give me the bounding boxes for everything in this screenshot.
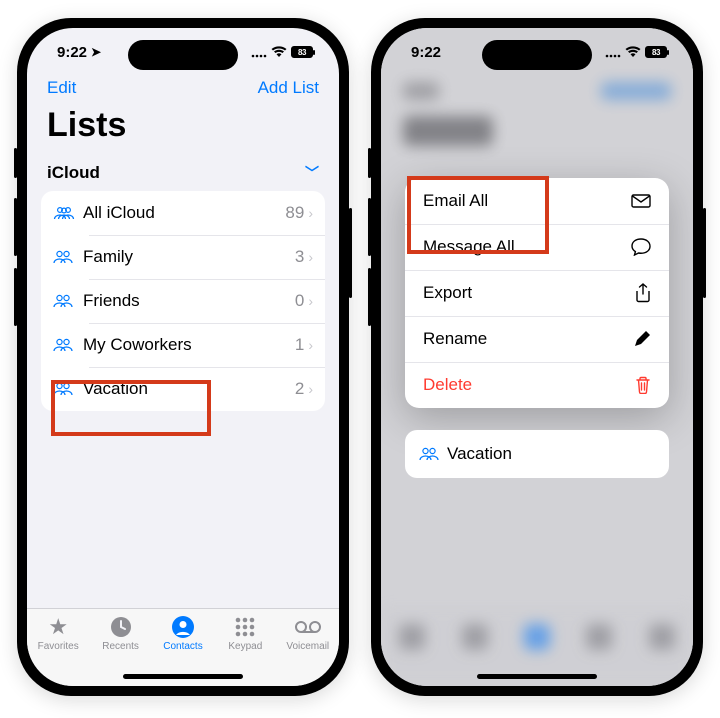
tab-bar: ★ Favorites Recents Contacts Keypad bbox=[27, 608, 339, 686]
list-label: My Coworkers bbox=[83, 335, 295, 355]
screen-lists: 9:22 ➤ 83 Edit Add List Lists iCloud ﹀ bbox=[27, 28, 339, 686]
add-list-button[interactable]: Add List bbox=[258, 78, 319, 98]
location-icon: ➤ bbox=[91, 45, 101, 59]
lists-card: All iCloud 89 › Family 3 › Friends 0 › bbox=[41, 191, 325, 411]
menu-email-all[interactable]: Email All bbox=[405, 178, 669, 224]
list-label: All iCloud bbox=[83, 203, 285, 223]
trash-icon bbox=[635, 376, 651, 394]
menu-label: Email All bbox=[423, 191, 488, 211]
people-icon bbox=[53, 250, 83, 264]
context-menu: Email All Message All Export Rename bbox=[405, 178, 669, 408]
page-title: Lists bbox=[27, 104, 339, 159]
menu-message-all[interactable]: Message All bbox=[405, 224, 669, 270]
wifi-icon bbox=[625, 46, 641, 58]
section-label: iCloud bbox=[47, 163, 100, 183]
section-header-icloud[interactable]: iCloud ﹀ bbox=[27, 159, 339, 191]
chevron-right-icon: › bbox=[308, 249, 313, 265]
tab-label: Keypad bbox=[228, 641, 262, 652]
tab-label: Favorites bbox=[38, 641, 79, 652]
list-label: Family bbox=[83, 247, 295, 267]
tab-recents[interactable]: Recents bbox=[92, 615, 150, 652]
people-icon bbox=[53, 206, 83, 220]
phone-right: 9:22 83 bbox=[371, 18, 703, 696]
wifi-icon bbox=[271, 46, 287, 58]
list-row-all-icloud[interactable]: All iCloud 89 › bbox=[41, 191, 325, 235]
contact-icon bbox=[171, 615, 195, 639]
list-row-friends[interactable]: Friends 0 › bbox=[41, 279, 325, 323]
screen-context-menu: 9:22 83 bbox=[381, 28, 693, 686]
dynamic-island bbox=[128, 40, 238, 70]
battery-icon: 83 bbox=[645, 46, 667, 58]
dynamic-island bbox=[482, 40, 592, 70]
tab-voicemail[interactable]: Voicemail bbox=[279, 615, 337, 652]
voicemail-icon bbox=[294, 615, 322, 639]
battery-icon: 83 bbox=[291, 46, 313, 58]
phone-left: 9:22 ➤ 83 Edit Add List Lists iCloud ﹀ bbox=[17, 18, 349, 696]
menu-export[interactable]: Export bbox=[405, 270, 669, 316]
status-time: 9:22 bbox=[411, 44, 441, 61]
share-icon bbox=[635, 283, 651, 303]
home-indicator[interactable] bbox=[477, 674, 597, 679]
list-row-family[interactable]: Family 3 › bbox=[41, 235, 325, 279]
menu-rename[interactable]: Rename bbox=[405, 316, 669, 362]
tab-contacts[interactable]: Contacts bbox=[154, 615, 212, 652]
tab-label: Contacts bbox=[163, 641, 202, 652]
edit-button[interactable]: Edit bbox=[47, 78, 76, 98]
people-icon bbox=[53, 382, 83, 396]
menu-label: Message All bbox=[423, 237, 515, 257]
speech-bubble-icon bbox=[631, 238, 651, 256]
list-count: 89 bbox=[285, 203, 304, 223]
nav-bar: Edit Add List bbox=[27, 76, 339, 104]
chevron-down-icon: ﹀ bbox=[305, 163, 319, 183]
pencil-icon bbox=[633, 330, 651, 348]
list-count: 1 bbox=[295, 335, 304, 355]
home-indicator[interactable] bbox=[123, 674, 243, 679]
list-count: 0 bbox=[295, 291, 304, 311]
people-icon bbox=[419, 447, 439, 461]
chevron-right-icon: › bbox=[308, 293, 313, 309]
menu-label: Delete bbox=[423, 375, 472, 395]
people-icon bbox=[53, 338, 83, 352]
selected-list-label: Vacation bbox=[447, 444, 512, 464]
menu-label: Rename bbox=[423, 329, 487, 349]
tab-keypad[interactable]: Keypad bbox=[216, 615, 274, 652]
tab-favorites[interactable]: ★ Favorites bbox=[29, 615, 87, 652]
list-label: Vacation bbox=[83, 379, 295, 399]
people-icon bbox=[53, 294, 83, 308]
signal-icon bbox=[605, 47, 621, 58]
tab-label: Recents bbox=[102, 641, 139, 652]
star-icon: ★ bbox=[48, 615, 68, 639]
status-time: 9:22 bbox=[57, 44, 87, 61]
envelope-icon bbox=[631, 194, 651, 208]
list-count: 3 bbox=[295, 247, 304, 267]
list-count: 2 bbox=[295, 379, 304, 399]
chevron-right-icon: › bbox=[308, 205, 313, 221]
signal-icon bbox=[251, 47, 267, 58]
list-label: Friends bbox=[83, 291, 295, 311]
menu-label: Export bbox=[423, 283, 472, 303]
selected-list-row[interactable]: Vacation bbox=[405, 430, 669, 478]
keypad-icon bbox=[234, 615, 256, 639]
chevron-right-icon: › bbox=[308, 381, 313, 397]
chevron-right-icon: › bbox=[308, 337, 313, 353]
list-row-vacation[interactable]: Vacation 2 › bbox=[41, 367, 325, 411]
list-row-my-coworkers[interactable]: My Coworkers 1 › bbox=[41, 323, 325, 367]
tab-label: Voicemail bbox=[286, 641, 329, 652]
menu-delete[interactable]: Delete bbox=[405, 362, 669, 408]
clock-icon bbox=[109, 615, 133, 639]
